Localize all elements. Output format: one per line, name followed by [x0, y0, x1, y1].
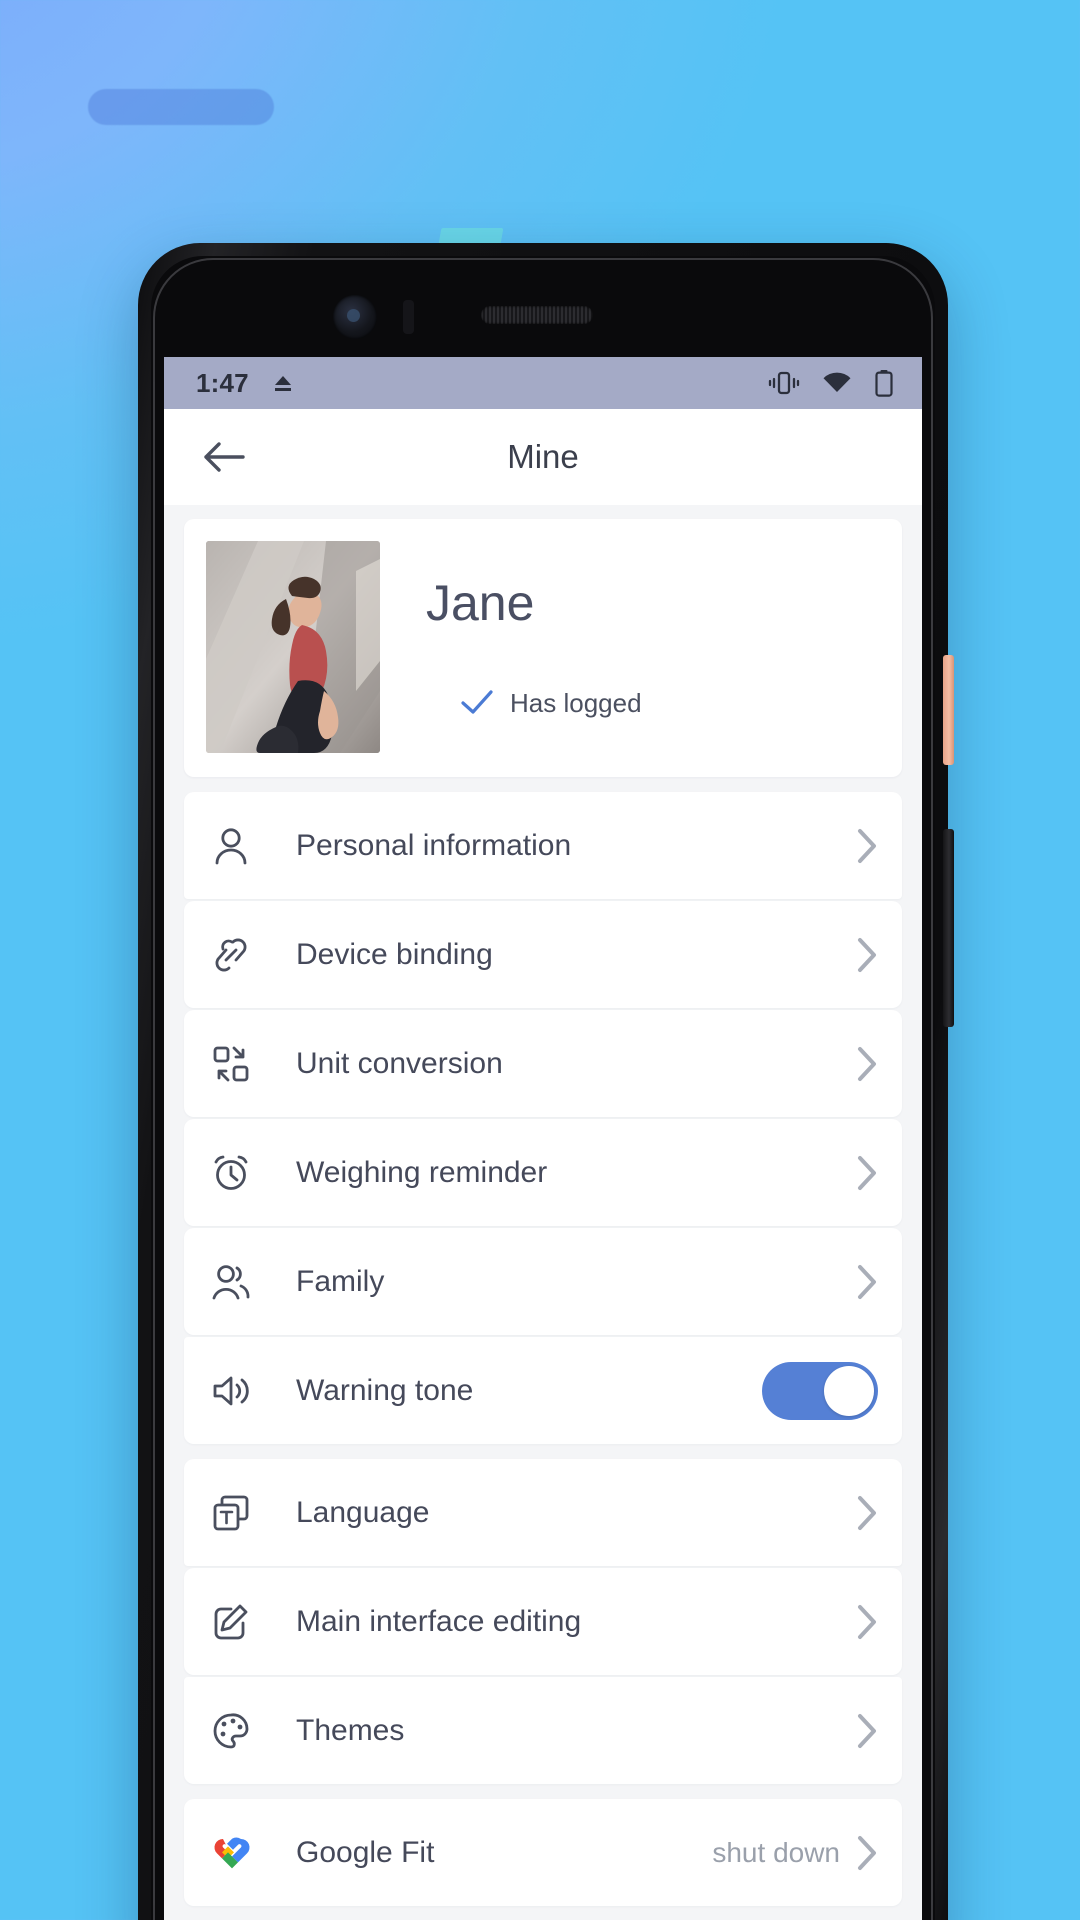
chevron-right-icon [856, 1264, 878, 1300]
phone-bezel: 1:47 Mine Jane Has logged Personal infor… [151, 256, 935, 1920]
status-bar: 1:47 [164, 357, 922, 409]
settings-row-label: Google Fit [296, 1835, 435, 1869]
check-icon [460, 689, 494, 717]
settings-row-personal-information[interactable]: Personal information [184, 792, 902, 899]
google-fit-status-value: shut down [712, 1836, 840, 1868]
settings-group-appearance: Language Main interface editing Themes [184, 1459, 902, 1784]
back-button[interactable] [194, 427, 254, 487]
login-status: Has logged [426, 688, 880, 719]
settings-group-integrations: Google Fit shut down [184, 1799, 902, 1906]
chevron-right-icon [856, 937, 878, 973]
app-bar: Mine [164, 409, 922, 505]
background-accent-shape [438, 228, 504, 244]
settings-row-label: Unit conversion [296, 1046, 503, 1080]
settings-row-label: Family [296, 1264, 385, 1298]
settings-row-themes[interactable]: Themes [184, 1677, 902, 1784]
wifi-icon [822, 371, 852, 395]
vibrate-icon [768, 370, 800, 396]
settings-content: Jane Has logged Personal information Dev… [164, 505, 922, 1906]
settings-row-google-fit[interactable]: Google Fit shut down [184, 1799, 902, 1906]
google-fit-icon [210, 1833, 272, 1873]
palette-icon [210, 1710, 272, 1752]
link-icon [210, 934, 272, 976]
edit-square-icon [210, 1601, 272, 1643]
login-status-text: Has logged [510, 687, 642, 718]
user-photo-icon [206, 541, 380, 753]
settings-row-label: Device binding [296, 937, 493, 971]
power-button[interactable] [943, 655, 954, 765]
chevron-right-icon [856, 1835, 878, 1871]
status-bar-icons [768, 369, 894, 397]
earpiece-speaker-icon [481, 306, 593, 324]
settings-row-label: Personal information [296, 828, 572, 862]
phone-device-frame: 1:47 Mine Jane Has logged Personal infor… [138, 243, 954, 1920]
profile-details: Jane Has logged [380, 541, 880, 755]
volume-button[interactable] [943, 829, 954, 1027]
person-icon [210, 825, 272, 867]
battery-icon [874, 369, 894, 397]
chevron-right-icon [856, 1604, 878, 1640]
settings-row-unit-conversion[interactable]: Unit conversion [184, 1010, 902, 1117]
page-title: Mine [507, 438, 579, 475]
eject-icon [271, 372, 295, 394]
avatar [206, 541, 380, 753]
warning-tone-toggle[interactable] [762, 1361, 878, 1420]
status-bar-time: 1:47 [196, 367, 249, 398]
phone-screen: 1:47 Mine Jane Has logged Personal infor… [164, 357, 922, 1920]
people-icon [210, 1261, 272, 1303]
profile-card[interactable]: Jane Has logged [184, 519, 902, 777]
language-icon [210, 1492, 272, 1534]
alarm-clock-icon [210, 1152, 272, 1194]
settings-row-family[interactable]: Family [184, 1228, 902, 1335]
chevron-right-icon [856, 1495, 878, 1531]
settings-row-label: Language [296, 1495, 430, 1529]
settings-row-weighing-reminder[interactable]: Weighing reminder [184, 1119, 902, 1226]
proximity-sensor-icon [403, 300, 414, 334]
settings-row-label: Warning tone [296, 1373, 474, 1407]
settings-row-device-binding[interactable]: Device binding [184, 901, 902, 1008]
chevron-right-icon [856, 828, 878, 864]
chevron-right-icon [856, 1046, 878, 1082]
speaker-icon [210, 1370, 272, 1412]
settings-row-label: Themes [296, 1713, 405, 1747]
chevron-right-icon [856, 1713, 878, 1749]
background-decoration-pill [88, 89, 274, 125]
unit-conversion-icon [210, 1043, 272, 1085]
toggle-knob [824, 1365, 874, 1416]
arrow-left-icon [204, 442, 245, 472]
chevron-right-icon [856, 1155, 878, 1191]
settings-group-primary: Personal information Device binding Unit… [184, 792, 902, 1444]
front-camera-icon [333, 295, 377, 339]
settings-row-label: Main interface editing [296, 1604, 582, 1638]
settings-row-main-interface-editing[interactable]: Main interface editing [184, 1568, 902, 1675]
profile-name: Jane [426, 574, 535, 631]
settings-row-label: Weighing reminder [296, 1155, 548, 1189]
settings-row-language[interactable]: Language [184, 1459, 902, 1566]
settings-row-warning-tone[interactable]: Warning tone [184, 1337, 902, 1444]
